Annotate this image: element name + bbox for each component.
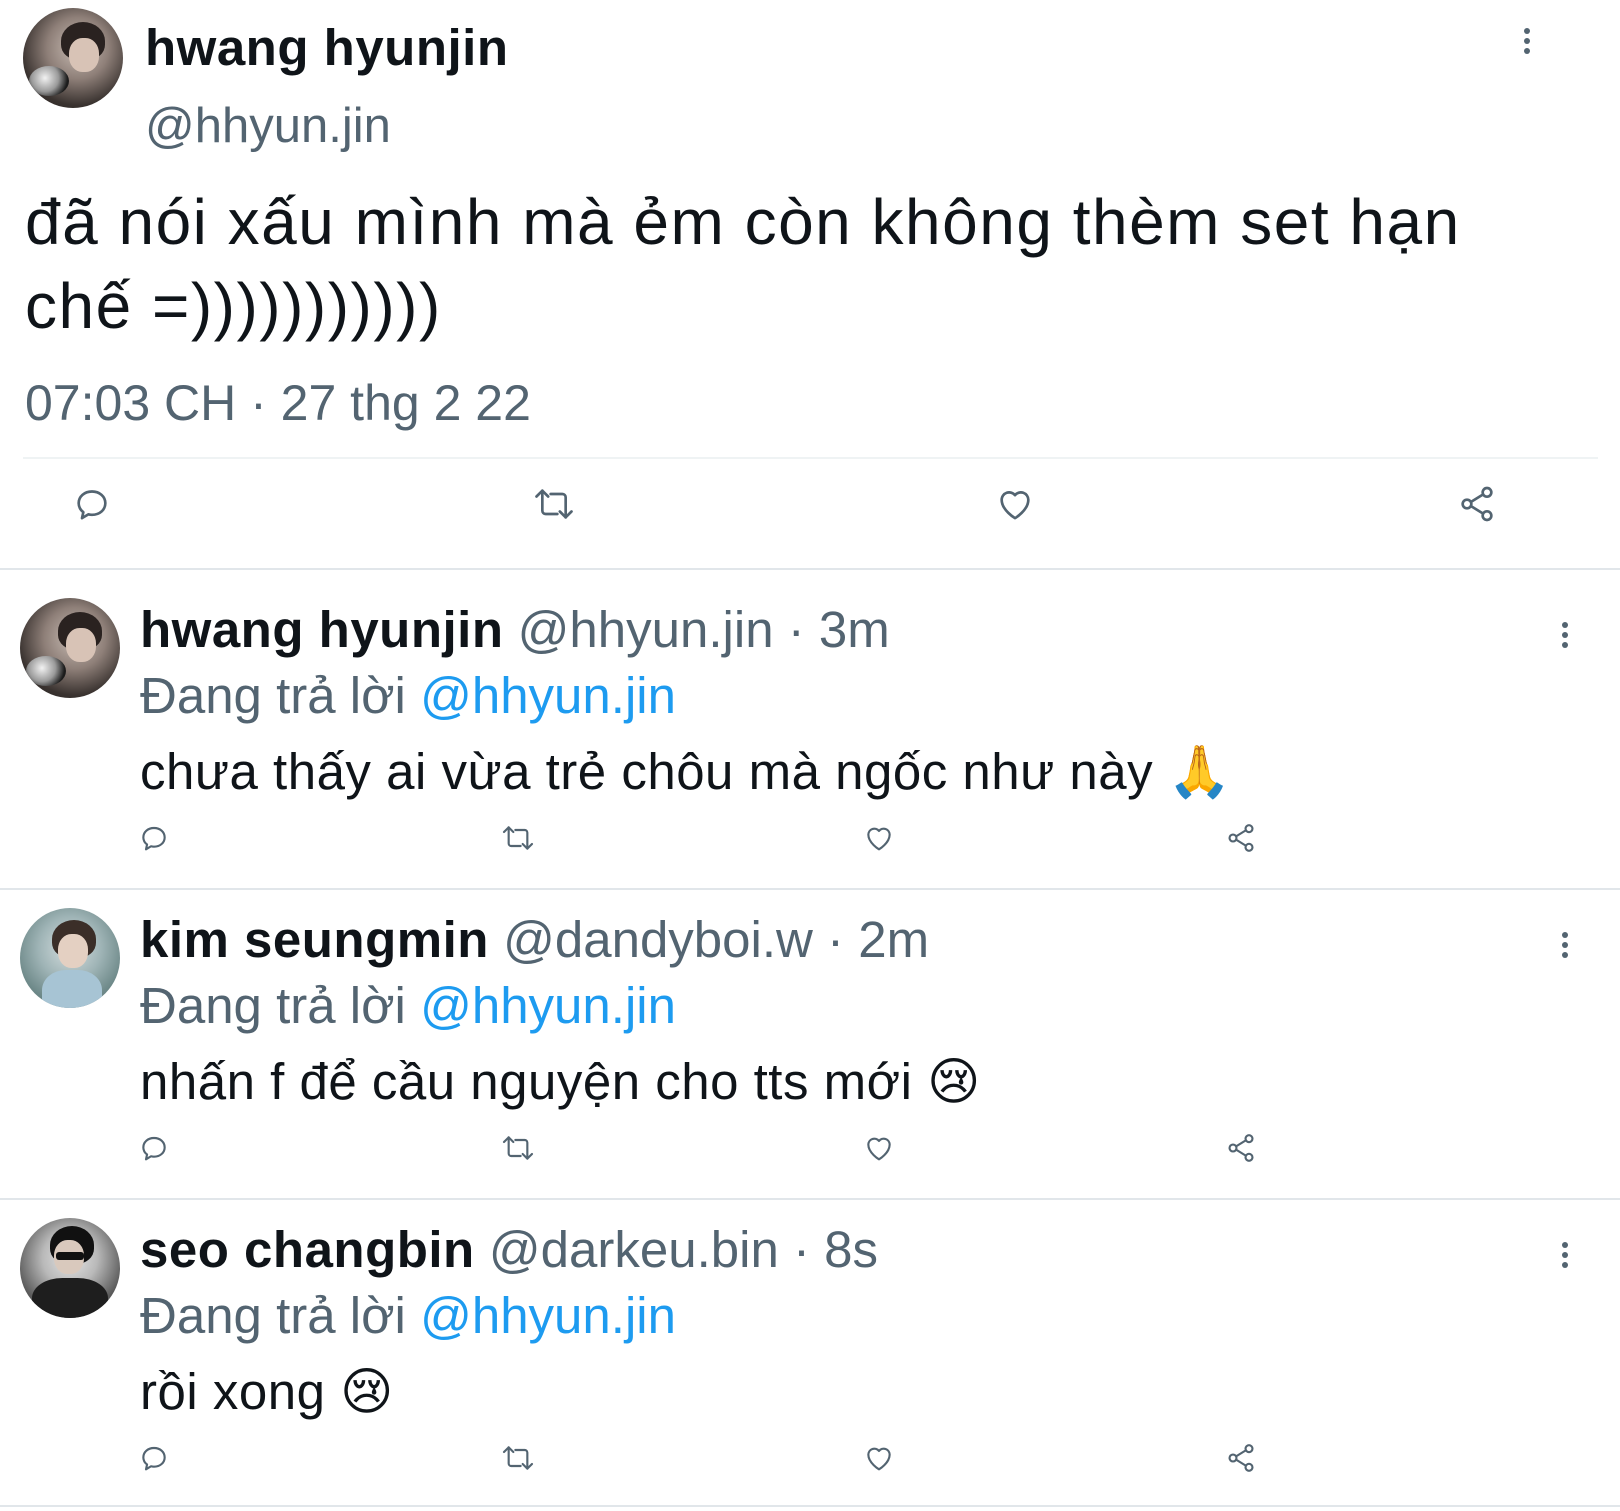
reply-tweet[interactable]: seo changbin @darkeu.bin · 8s Đang trả l…	[0, 1190, 1620, 1490]
divider	[23, 457, 1598, 459]
replying-to: Đang trả lời @hhyun.jin	[140, 1286, 676, 1345]
replying-to: Đang trả lời @hhyun.jin	[140, 976, 676, 1035]
retweet-icon[interactable]	[500, 822, 536, 854]
tweet-actions	[0, 470, 1620, 540]
avatar[interactable]	[23, 8, 123, 108]
tweet-actions	[0, 1132, 1620, 1172]
share-icon[interactable]	[1224, 1132, 1258, 1164]
reply-text: nhấn f để cầu nguyện cho tts mới 😢	[140, 1053, 981, 1110]
retweet-icon[interactable]	[532, 484, 576, 524]
reply-text: rồi xong 😢	[140, 1363, 394, 1420]
reply-header: kim seungmin @dandyboi.w · 2m	[140, 910, 929, 969]
tweet-text: đã nói xấu mình mà ẻm còn không thèm set…	[25, 186, 1461, 342]
share-icon[interactable]	[1224, 822, 1258, 854]
reply-header: seo changbin @darkeu.bin · 8s	[140, 1220, 878, 1279]
retweet-icon[interactable]	[500, 1132, 536, 1164]
like-icon[interactable]	[862, 1132, 896, 1164]
author-name[interactable]: seo changbin	[140, 1221, 475, 1278]
mention-link[interactable]: @hhyun.jin	[420, 667, 676, 724]
reply-time[interactable]: 3m	[819, 601, 890, 658]
main-tweet: hwang hyunjin @hhyun.jin đã nói xấu mình…	[0, 0, 1620, 568]
reply-time[interactable]: 2m	[858, 911, 929, 968]
reply-icon[interactable]	[72, 484, 112, 524]
divider	[0, 1505, 1620, 1507]
author-handle[interactable]: @dandyboi.w	[503, 911, 813, 968]
author-name[interactable]: kim seungmin	[140, 911, 489, 968]
reply-icon[interactable]	[138, 1132, 170, 1164]
mention-link[interactable]: @hhyun.jin	[420, 1287, 676, 1344]
author-name[interactable]: hwang hyunjin	[145, 18, 508, 77]
more-options-icon[interactable]	[1560, 932, 1570, 962]
author-handle[interactable]: @hhyun.jin	[145, 98, 391, 154]
reply-header: hwang hyunjin @hhyun.jin · 3m	[140, 600, 890, 659]
more-options-icon[interactable]	[1560, 622, 1570, 652]
replying-to: Đang trả lời @hhyun.jin	[140, 666, 676, 725]
like-icon[interactable]	[862, 1442, 896, 1474]
like-icon[interactable]	[862, 822, 896, 854]
tweet-actions	[0, 822, 1620, 862]
share-icon[interactable]	[1456, 484, 1498, 524]
tweet-actions	[0, 1442, 1620, 1482]
avatar[interactable]	[20, 908, 120, 1008]
reply-icon[interactable]	[138, 822, 170, 854]
share-icon[interactable]	[1224, 1442, 1258, 1474]
replying-prefix: Đang trả lời	[140, 667, 406, 724]
tweet-timestamp[interactable]: 07:03 CH · 27 thg 2 22	[25, 374, 531, 432]
author-handle[interactable]: @darkeu.bin	[489, 1221, 779, 1278]
avatar[interactable]	[20, 1218, 120, 1318]
like-icon[interactable]	[994, 484, 1036, 524]
author-handle[interactable]: @hhyun.jin	[518, 601, 774, 658]
reply-tweet[interactable]: kim seungmin @dandyboi.w · 2m Đang trả l…	[0, 880, 1620, 1180]
reply-text: chưa thấy ai vừa trẻ chôu mà ngốc như nà…	[140, 743, 1232, 800]
reply-icon[interactable]	[138, 1442, 170, 1474]
separator-dot: ·	[787, 601, 805, 658]
mention-link[interactable]: @hhyun.jin	[420, 977, 676, 1034]
more-options-icon[interactable]	[1560, 1242, 1570, 1272]
retweet-icon[interactable]	[500, 1442, 536, 1474]
author-name[interactable]: hwang hyunjin	[140, 601, 503, 658]
replying-prefix: Đang trả lời	[140, 1287, 406, 1344]
separator-dot: ·	[827, 911, 845, 968]
replying-prefix: Đang trả lời	[140, 977, 406, 1034]
avatar[interactable]	[20, 598, 120, 698]
separator-dot: ·	[793, 1221, 810, 1278]
more-options-icon[interactable]	[1522, 28, 1532, 58]
reply-time[interactable]: 8s	[824, 1221, 878, 1278]
reply-tweet[interactable]: hwang hyunjin @hhyun.jin · 3m Đang trả l…	[0, 570, 1620, 870]
